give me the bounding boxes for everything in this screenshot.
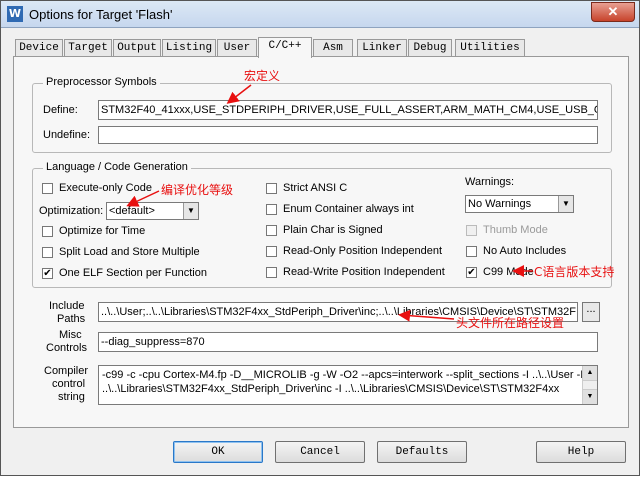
chevron-down-icon: ▼ [558,196,573,212]
tab-linker[interactable]: Linker [357,39,407,57]
defaults-button[interactable]: Defaults [377,441,467,463]
compiler-scrollbar[interactable]: ▲ ▼ [582,366,597,404]
strict-ansi-checkbox[interactable] [266,183,277,194]
scroll-up-icon[interactable]: ▲ [583,366,597,381]
c99-mode-label: C99 Mode [483,266,534,278]
compiler-line-1: -c99 -c -cpu Cortex-M4.fp -D__MICROLIB -… [102,369,582,381]
execute-only-checkbox[interactable] [42,183,53,194]
undefine-input[interactable] [98,126,598,144]
annotation-optimize: 编译优化等级 [161,183,234,197]
c99-mode-checkbox[interactable]: ✔ [466,267,477,278]
execute-only-label: Execute-only Code [59,182,152,194]
plain-char-checkbox[interactable] [266,225,277,236]
tab-target[interactable]: Target [64,39,112,57]
misc-controls-input[interactable]: --diag_suppress=870 [98,332,598,352]
compiler-line-2: ..\..\Libraries\STM32F4xx_StdPeriph_Driv… [102,383,560,395]
ro-pi-label: Read-Only Position Independent [283,245,442,257]
ro-pi-checkbox[interactable] [266,246,277,257]
enum-container-checkbox[interactable] [266,204,277,215]
rw-pi-checkbox[interactable] [266,267,277,278]
tab-user[interactable]: User [217,39,257,57]
annotation-include: 头文件所在路径设置 [456,316,565,330]
optimize-time-checkbox[interactable] [42,226,53,237]
annotation-macro: 宏定义 [244,69,281,83]
compiler-label-1: Compiler [44,365,89,377]
compiler-label-3: string [58,391,85,403]
title-bar: W Options for Target 'Flash' ✕ [1,1,639,28]
compiler-string-box[interactable]: -c99 -c -cpu Cortex-M4.fp -D__MICROLIB -… [98,365,598,405]
c-cpp-panel: Preprocessor Symbols Define: STM32F40_41… [13,56,629,428]
tab-c-cpp[interactable]: C/C++ [258,37,312,58]
misc-label-2: Controls [46,342,87,354]
warnings-label: Warnings: [465,176,515,188]
window-title: Options for Target 'Flash' [29,7,173,22]
scroll-down-icon[interactable]: ▼ [583,389,597,404]
include-label-1: Include [49,300,85,312]
annotation-c-support: C语言版本支持 [534,265,615,279]
include-label-2: Paths [57,313,86,325]
split-load-checkbox[interactable] [42,247,53,258]
no-auto-includes-label: No Auto Includes [483,245,567,257]
keil-app-icon: W [7,6,23,22]
plain-char-label: Plain Char is Signed [283,224,383,236]
optimize-time-label: Optimize for Time [59,225,146,237]
optimization-value: <default> [109,205,155,217]
one-elf-label: One ELF Section per Function [59,267,207,279]
split-load-label: Split Load and Store Multiple [59,246,200,258]
tab-asm[interactable]: Asm [313,39,353,57]
undefine-label: Undefine: [43,129,91,141]
tab-utilities[interactable]: Utilities [455,39,525,57]
warnings-value: No Warnings [468,198,532,210]
help-button[interactable]: Help [536,441,626,463]
chevron-down-icon: ▼ [183,203,198,219]
language-title: Language / Code Generation [43,161,191,173]
optimization-select[interactable]: <default> ▼ [106,202,199,220]
tab-listing[interactable]: Listing [162,39,216,57]
compiler-label-2: control [52,378,86,390]
tab-device[interactable]: Device [15,39,63,57]
strict-ansi-label: Strict ANSI C [283,182,348,194]
misc-label-1: Misc [59,329,82,341]
cancel-button[interactable]: Cancel [275,441,365,463]
close-button[interactable]: ✕ [591,2,635,22]
define-input[interactable]: STM32F40_41xxx,USE_STDPERIPH_DRIVER,USE_… [98,100,598,120]
ok-button[interactable]: OK [173,441,263,463]
include-browse-button[interactable]: ... [582,302,600,322]
one-elf-checkbox[interactable]: ✔ [42,268,53,279]
warnings-select[interactable]: No Warnings ▼ [465,195,574,213]
thumb-mode-label: Thumb Mode [483,224,548,236]
tab-output[interactable]: Output [113,39,161,57]
enum-container-label: Enum Container always int [283,203,414,215]
define-label: Define: [43,104,78,116]
no-auto-includes-checkbox[interactable] [466,246,477,257]
options-dialog: W Options for Target 'Flash' ✕ Device Ta… [0,0,640,476]
tab-debug[interactable]: Debug [408,39,452,57]
rw-pi-label: Read-Write Position Independent [283,266,445,278]
preprocessor-title: Preprocessor Symbols [43,76,160,88]
optimization-label: Optimization: [39,205,104,217]
thumb-mode-checkbox[interactable] [466,225,477,236]
